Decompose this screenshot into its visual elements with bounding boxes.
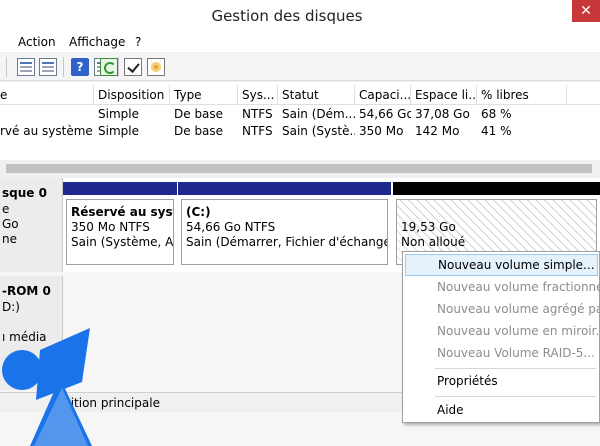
partition-bar	[393, 182, 600, 195]
partition-bar	[63, 182, 177, 195]
column-filesystem[interactable]: Sys...	[238, 85, 278, 105]
cell-filesystem: NTFS	[242, 107, 273, 121]
disk-0-status: ne	[2, 232, 17, 246]
cell-status: Sain (Dém...	[282, 107, 355, 121]
title-bar: Gestion des disques ✕	[0, 0, 600, 32]
cell-volume: rvé au système	[0, 124, 93, 138]
cell-free-space: 37,08 Go	[415, 107, 470, 121]
help-icon[interactable]: ?	[71, 58, 89, 76]
graphical-view-icon[interactable]	[39, 58, 57, 76]
disk-0-size: Go	[2, 217, 19, 231]
toolbar-separator	[118, 57, 119, 77]
partition-status: Sain (Système, Acti	[71, 235, 174, 249]
cell-volume	[0, 106, 94, 123]
partition-box[interactable]: (C:) 54,66 Go NTFS Sain (Démarrer, Fichi…	[181, 199, 388, 265]
cell-free-space: 142 Mo	[415, 124, 460, 138]
menu-item-properties[interactable]: Propriétés	[403, 370, 600, 392]
disk-0-type: e	[2, 202, 10, 216]
menu-affichage[interactable]: Affichage	[69, 35, 125, 49]
menu-bar: Action Affichage ?	[0, 32, 600, 52]
table-row[interactable]: Simple De base NTFS Sain (Dém... 54,66 G…	[0, 106, 600, 123]
cell-disposition: Simple	[98, 124, 139, 138]
column-free-space[interactable]: Espace li...	[411, 85, 477, 105]
partition-system-reserved[interactable]: Réservé au systèn 350 Mo NTFS Sain (Syst…	[63, 182, 177, 268]
cdrom-drive: D:)	[2, 300, 20, 314]
toolbar-separator	[6, 57, 7, 77]
context-menu: Nouveau volume simple... Nouveau volume …	[402, 251, 600, 423]
close-button[interactable]: ✕	[572, 0, 600, 22]
menu-item-new-striped-volume: Nouveau volume agrégé par ba	[437, 302, 600, 316]
menu-item-new-raid5-volume: Nouveau Volume RAID-5...	[437, 346, 595, 360]
rescan-disks-icon[interactable]	[124, 58, 142, 76]
list-view-icon[interactable]	[17, 58, 35, 76]
partition-size: 54,66 Go NTFS	[186, 220, 276, 234]
column-capacity[interactable]: Capaci...	[355, 85, 411, 105]
cell-status: Sain (Systè...	[282, 124, 355, 138]
cell-filesystem: NTFS	[242, 124, 273, 138]
horizontal-scrollbar[interactable]	[0, 160, 600, 177]
cell-capacity: 350 Mo	[359, 124, 404, 138]
column-header: e Disposition Type Sys... Statut Capaci.…	[0, 85, 600, 105]
column-disposition[interactable]: Disposition	[94, 85, 170, 105]
partition-status: Sain (Démarrer, Fichier d'échange, Vic	[186, 235, 387, 249]
close-icon: ✕	[580, 3, 592, 19]
menu-separator	[435, 396, 596, 397]
partition-box[interactable]: Réservé au systèn 350 Mo NTFS Sain (Syst…	[66, 199, 174, 265]
cell-type: De base	[174, 107, 224, 121]
disk-0-label[interactable]: sque 0 e Go ne	[0, 178, 63, 272]
partition-name: Réservé au systèn	[71, 205, 173, 219]
menu-item-help[interactable]: Aide	[403, 399, 600, 421]
cell-percent-free: 68 %	[481, 107, 512, 121]
properties-icon[interactable]	[147, 58, 165, 76]
cell-type: De base	[174, 124, 224, 138]
column-status[interactable]: Statut	[278, 85, 355, 105]
cell-capacity: 54,66 Go	[359, 107, 411, 121]
menu-item-new-simple-volume[interactable]: Nouveau volume simple...	[405, 254, 598, 276]
column-volume[interactable]: e	[0, 85, 94, 105]
column-type[interactable]: Type	[170, 85, 238, 105]
window-title: Gestion des disques	[211, 7, 363, 25]
toolbar: ?	[0, 53, 600, 81]
menu-item-new-spanned-volume: Nouveau volume fractionné...	[437, 280, 600, 294]
partition-c-drive[interactable]: (C:) 54,66 Go NTFS Sain (Démarrer, Fichi…	[178, 182, 391, 268]
toolbar-separator	[63, 57, 64, 77]
cell-disposition: Simple	[98, 107, 139, 121]
cell-percent-free: 41 %	[481, 124, 512, 138]
partition-name: (C:)	[186, 205, 211, 219]
refresh-icon[interactable]	[100, 58, 118, 76]
disk-0-name: sque 0	[2, 186, 47, 200]
scrollbar-thumb[interactable]	[6, 164, 592, 173]
menu-separator	[435, 368, 596, 369]
cdrom-name: -ROM 0	[2, 284, 51, 298]
watermark-logo-icon	[2, 328, 92, 446]
partition-size: 19,53 Go	[401, 220, 456, 234]
menu-item-new-mirrored-volume: Nouveau volume en miroir...	[437, 324, 600, 338]
partition-size: 350 Mo NTFS	[71, 220, 150, 234]
partition-bar	[178, 182, 391, 195]
menu-action[interactable]: Action	[18, 35, 56, 49]
menu-help[interactable]: ?	[135, 35, 141, 49]
table-row[interactable]: rvé au système Simple De base NTFS Sain …	[0, 123, 600, 140]
partition-status: Non alloué	[401, 235, 466, 249]
column-percent-free[interactable]: % libres	[477, 85, 567, 105]
